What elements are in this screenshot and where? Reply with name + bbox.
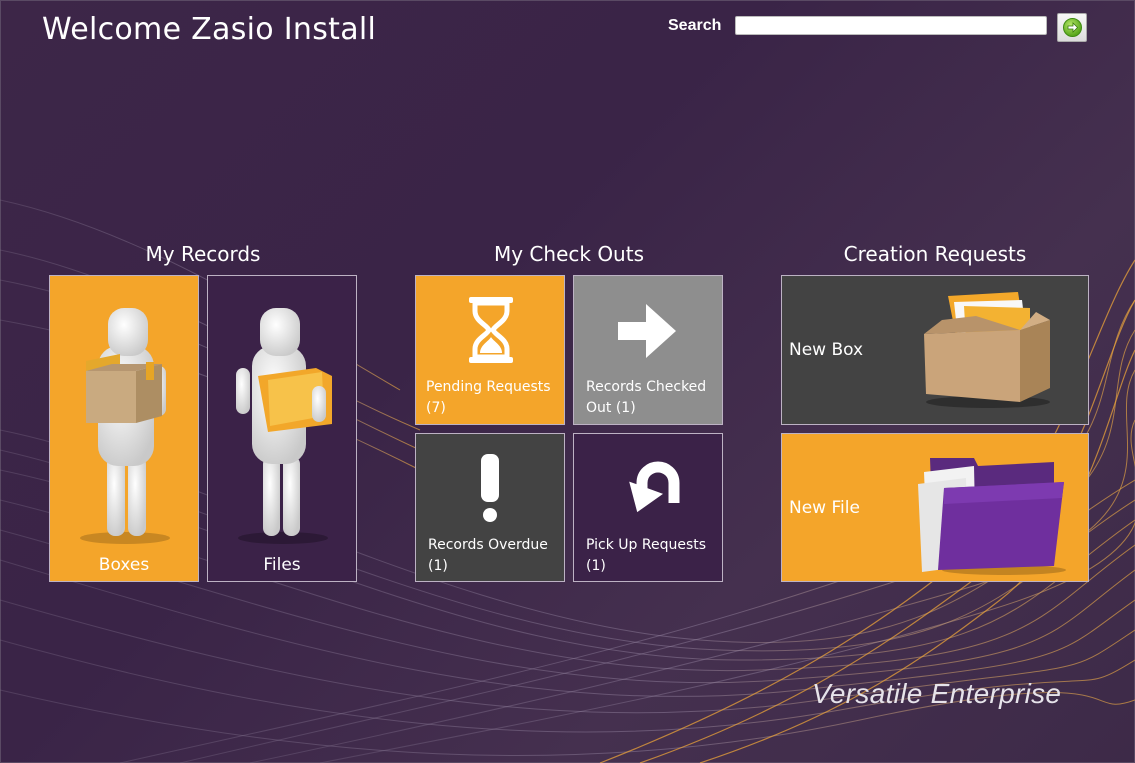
pending-requests-count: (7): [426, 400, 446, 416]
search-input[interactable]: [735, 16, 1047, 35]
pick-up-requests-tile[interactable]: Pick Up Requests (1): [573, 433, 723, 582]
boxes-label: Boxes: [98, 555, 150, 575]
my-checkouts-title: My Check Outs: [493, 242, 644, 266]
files-label: Files: [263, 555, 301, 575]
new-file-label: New File: [789, 498, 860, 518]
pending-requests-tile[interactable]: Pending Requests (7): [415, 275, 565, 425]
my-records-title: My Records: [145, 242, 261, 266]
new-box-label: New Box: [789, 340, 864, 360]
person-holding-folder-icon: [236, 308, 332, 544]
search-go-button[interactable]: [1057, 13, 1087, 42]
welcome-title: Welcome Zasio Install: [42, 12, 377, 47]
pick-up-requests-count: (1): [586, 558, 606, 574]
records-checked-out-tile[interactable]: Records Checked Out (1): [573, 275, 723, 425]
search-label: Search: [668, 17, 722, 34]
new-box-tile[interactable]: New Box: [781, 275, 1089, 425]
pick-up-requests-label: Pick Up Requests: [586, 537, 707, 553]
pending-requests-label: Pending Requests: [426, 379, 551, 395]
exclamation-icon: [481, 454, 499, 522]
records-checked-out-count: Out (1): [586, 400, 636, 416]
brand-name: Versatile Enterprise: [812, 678, 1062, 709]
person-holding-box-icon: [80, 308, 170, 544]
records-checked-out-label: Records Checked: [586, 379, 707, 395]
creation-requests-title: Creation Requests: [843, 242, 1027, 266]
files-tile[interactable]: Files: [207, 275, 357, 582]
purple-folder-icon: [918, 458, 1066, 575]
boxes-tile[interactable]: Boxes: [49, 275, 199, 582]
records-overdue-label: Records Overdue: [428, 537, 548, 553]
new-file-tile[interactable]: New File: [781, 433, 1089, 582]
hourglass-icon: [469, 297, 513, 363]
arrow-right-icon: [618, 304, 676, 358]
u-turn-arrow-icon: [629, 461, 680, 513]
records-overdue-count: (1): [428, 558, 448, 574]
green-arrow-go-icon: [1063, 18, 1082, 37]
records-overdue-tile[interactable]: Records Overdue (1): [415, 433, 565, 582]
cardboard-box-icon: [924, 292, 1050, 408]
